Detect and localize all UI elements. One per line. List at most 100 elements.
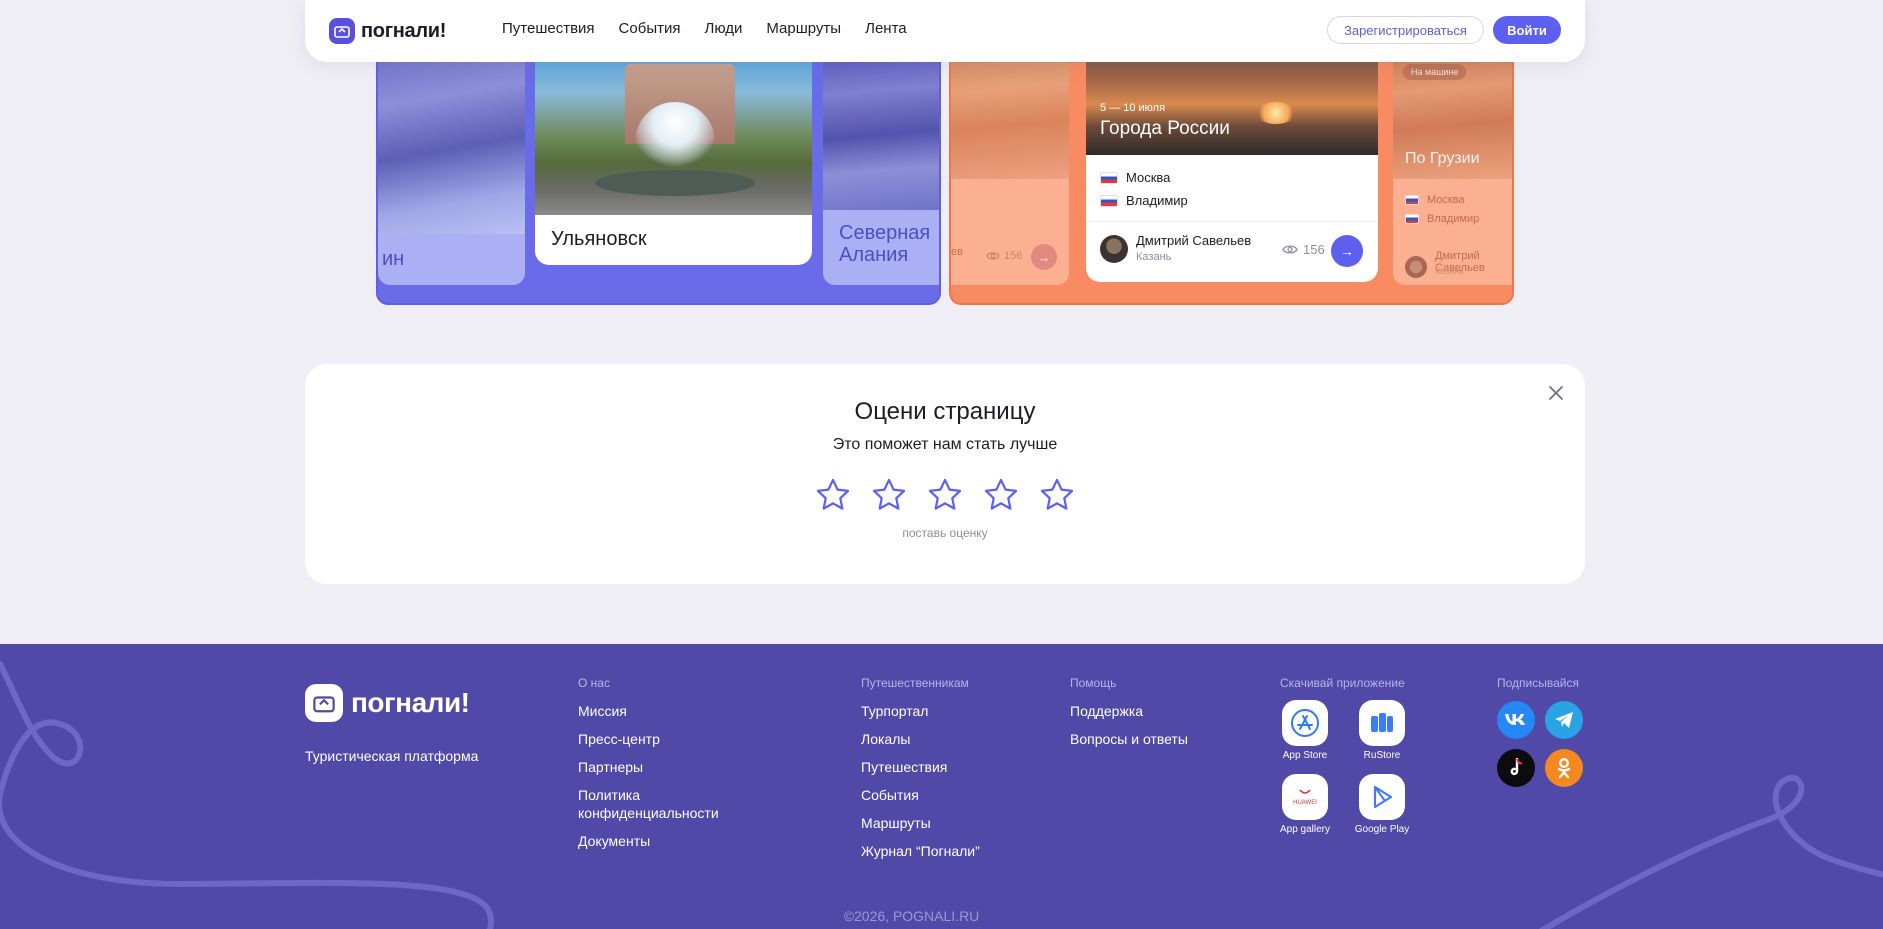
footer-column-travelers: Путешественникам Турпортал Локалы Путеше… xyxy=(861,676,980,870)
arrow-right-icon[interactable]: → xyxy=(1031,244,1057,270)
author-name[interactable]: Дмитрий Савельев xyxy=(1136,233,1251,248)
footer-link-events[interactable]: События xyxy=(861,786,980,804)
route-card-cities-of-russia[interactable]: 5 — 10 июля Города России Москва Владими… xyxy=(1086,42,1378,282)
app-gallery-button[interactable]: HUAWEI App gallery xyxy=(1275,774,1335,835)
views-counter: 156 xyxy=(986,250,1022,262)
route-photo: На машине По Грузии xyxy=(1393,42,1512,179)
logo-text: погнали! xyxy=(361,19,447,42)
nav-people[interactable]: Люди xyxy=(704,20,742,37)
route-city: Владимир xyxy=(1100,193,1188,208)
footer-link-partners[interactable]: Партнеры xyxy=(578,758,728,776)
vk-icon[interactable] xyxy=(1497,701,1535,739)
views-counter: 156 xyxy=(1282,242,1325,257)
nav-events[interactable]: События xyxy=(619,20,681,37)
star-icon[interactable] xyxy=(870,476,908,514)
header-logo[interactable]: погнали! xyxy=(329,18,446,44)
footer-link-documents[interactable]: Документы xyxy=(578,832,728,850)
footer-link-routes[interactable]: Маршруты xyxy=(861,814,980,832)
copyright-text: ©2026, POGNALI.RU xyxy=(843,908,980,924)
column-heading: Скачивай приложение xyxy=(1280,676,1405,690)
destination-photo xyxy=(535,42,812,215)
odnoklassniki-icon[interactable] xyxy=(1545,749,1583,787)
rating-title: Оцени страницу xyxy=(854,398,1036,425)
tiktok-icon[interactable] xyxy=(1497,749,1535,787)
nav-travels[interactable]: Путешествия xyxy=(502,20,595,37)
footer-link-locals[interactable]: Локалы xyxy=(861,730,980,748)
destination-title: ин xyxy=(382,248,405,270)
huawei-wordmark: HUAWEI xyxy=(1293,800,1317,806)
star-icon[interactable] xyxy=(1038,476,1076,514)
footer-link-tourportal[interactable]: Турпортал xyxy=(861,702,980,720)
footer-social: Подписывайся xyxy=(1497,676,1579,698)
footer-link-journal[interactable]: Журнал “Погнали” xyxy=(861,842,980,860)
rating-hint: поставь оценку xyxy=(902,526,988,540)
destination-title: Северная Алания xyxy=(839,222,931,266)
nav-feed[interactable]: Лента xyxy=(865,20,907,37)
footer-apps: Скачивай приложение xyxy=(1280,676,1405,698)
route-photo xyxy=(951,42,1069,179)
google-play-icon xyxy=(1359,774,1405,820)
author-avatar[interactable] xyxy=(1405,256,1427,278)
destination-photo xyxy=(823,42,939,210)
open-route-button[interactable]: → xyxy=(1331,235,1363,267)
route-card-partial-right[interactable]: На машине По Грузии Москва Владимир Дмит… xyxy=(1393,42,1512,285)
app-label: App Store xyxy=(1282,750,1328,761)
app-label: Google Play xyxy=(1354,824,1410,835)
transport-tag: На машине xyxy=(1403,64,1467,80)
app-label: App gallery xyxy=(1279,824,1331,835)
column-heading: Путешественникам xyxy=(861,676,969,690)
destination-card-partial-left[interactable]: ин xyxy=(378,42,525,285)
page-rating-widget: Оцени страницу Это поможет нам стать луч… xyxy=(305,364,1585,584)
divider xyxy=(1086,221,1378,222)
orange-carousel: ев 156 → 5 — 10 июля Города России Москв… xyxy=(949,40,1514,305)
footer-link-faq[interactable]: Вопросы и ответы xyxy=(1070,730,1188,748)
app-store-button[interactable]: App Store xyxy=(1275,700,1335,761)
destination-card-ulyanovsk[interactable]: Ульяновск xyxy=(535,42,812,265)
city-name: Москва xyxy=(1126,170,1171,185)
logo-camera-icon xyxy=(329,18,355,44)
author-avatar[interactable] xyxy=(1100,235,1128,263)
logo-camera-icon xyxy=(305,684,343,722)
footer-link-press[interactable]: Пресс-центр xyxy=(578,730,728,748)
blue-carousel: ин Ульяновск Северная Алания xyxy=(376,40,941,305)
eye-icon xyxy=(1282,245,1298,254)
route-card-partial-left[interactable]: ев 156 → xyxy=(951,42,1069,285)
telegram-icon[interactable] xyxy=(1545,701,1583,739)
main-nav: Путешествия События Люди Маршруты Лента xyxy=(502,20,907,37)
star-icon[interactable] xyxy=(982,476,1020,514)
footer-column-about: О нас Миссия Пресс-центр Партнеры Полити… xyxy=(578,676,728,860)
destination-title: Ульяновск xyxy=(551,228,647,250)
nav-routes[interactable]: Маршруты xyxy=(766,20,841,37)
city-name: Владимир xyxy=(1427,213,1480,225)
footer-link-support[interactable]: Поддержка xyxy=(1070,702,1188,720)
footer-logo[interactable]: погнали! xyxy=(305,684,470,722)
app-label: RuStore xyxy=(1363,750,1401,761)
huawei-app-gallery-icon: HUAWEI xyxy=(1282,774,1328,820)
star-icon[interactable] xyxy=(926,476,964,514)
footer-link-mission[interactable]: Миссия xyxy=(578,702,728,720)
register-button[interactable]: Зарегистрироваться xyxy=(1327,16,1484,44)
eye-icon xyxy=(986,252,1000,260)
star-icon[interactable] xyxy=(814,476,852,514)
footer-link-travels[interactable]: Путешествия xyxy=(861,758,980,776)
route-city: Владимир xyxy=(1405,213,1479,225)
footer-link-privacy[interactable]: Политика конфиденциальности xyxy=(578,786,728,822)
route-city: Москва xyxy=(1405,194,1465,206)
footer-tagline: Туристическая платформа xyxy=(305,748,479,764)
login-button[interactable]: Войти xyxy=(1493,16,1561,44)
russia-flag-icon xyxy=(1100,194,1118,207)
views-count: 156 xyxy=(1004,250,1023,262)
rustore-button[interactable]: RuStore xyxy=(1352,700,1412,761)
footer-column-help: Помощь Поддержка Вопросы и ответы xyxy=(1070,676,1188,758)
author-city: Казань xyxy=(1435,266,1464,276)
google-play-button[interactable]: Google Play xyxy=(1352,774,1412,835)
destination-card-partial-right[interactable]: Северная Алания xyxy=(823,42,939,285)
russia-flag-icon xyxy=(1100,171,1118,184)
city-name: Владимир xyxy=(1126,193,1188,208)
russia-flag-icon xyxy=(1405,195,1419,205)
site-header: погнали! Путешествия События Люди Маршру… xyxy=(305,0,1585,62)
close-icon[interactable] xyxy=(1547,384,1565,402)
author-city: Казань xyxy=(1136,251,1172,263)
route-dates: 5 — 10 июля xyxy=(1100,102,1166,114)
arrow-right-icon: → xyxy=(1340,243,1354,259)
